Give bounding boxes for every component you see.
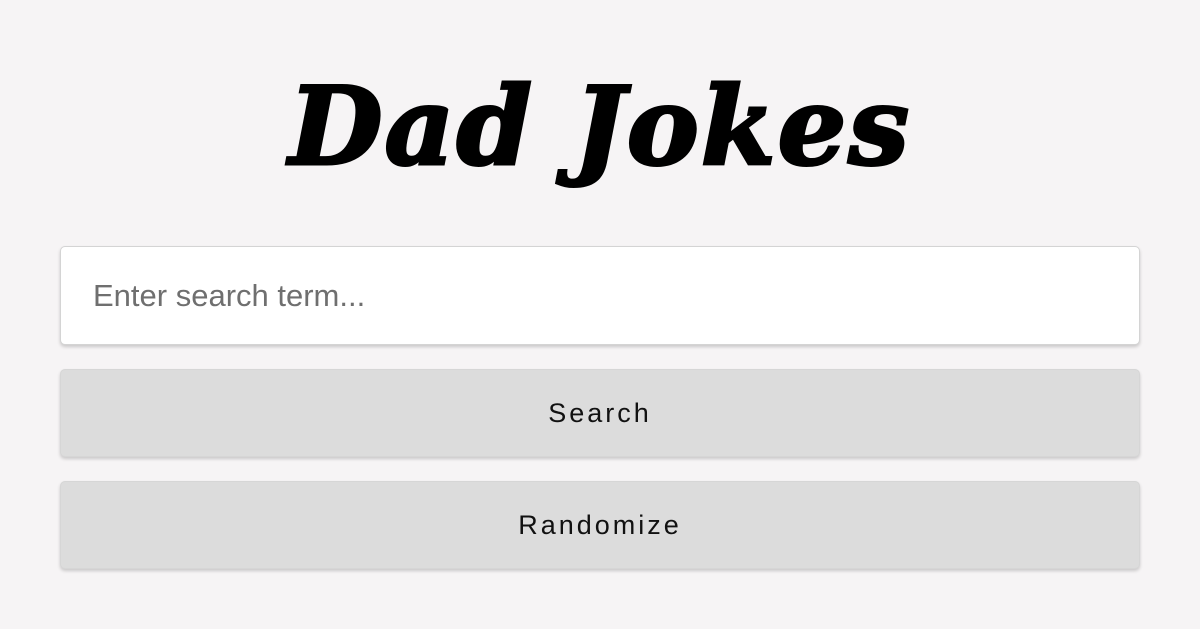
randomize-button[interactable]: Randomize [60, 481, 1140, 569]
search-button[interactable]: Search [60, 369, 1140, 457]
page-title: Dad Jokes [287, 63, 912, 192]
page: Dad Jokes Search Randomize [0, 0, 1200, 629]
search-input[interactable] [60, 246, 1140, 345]
